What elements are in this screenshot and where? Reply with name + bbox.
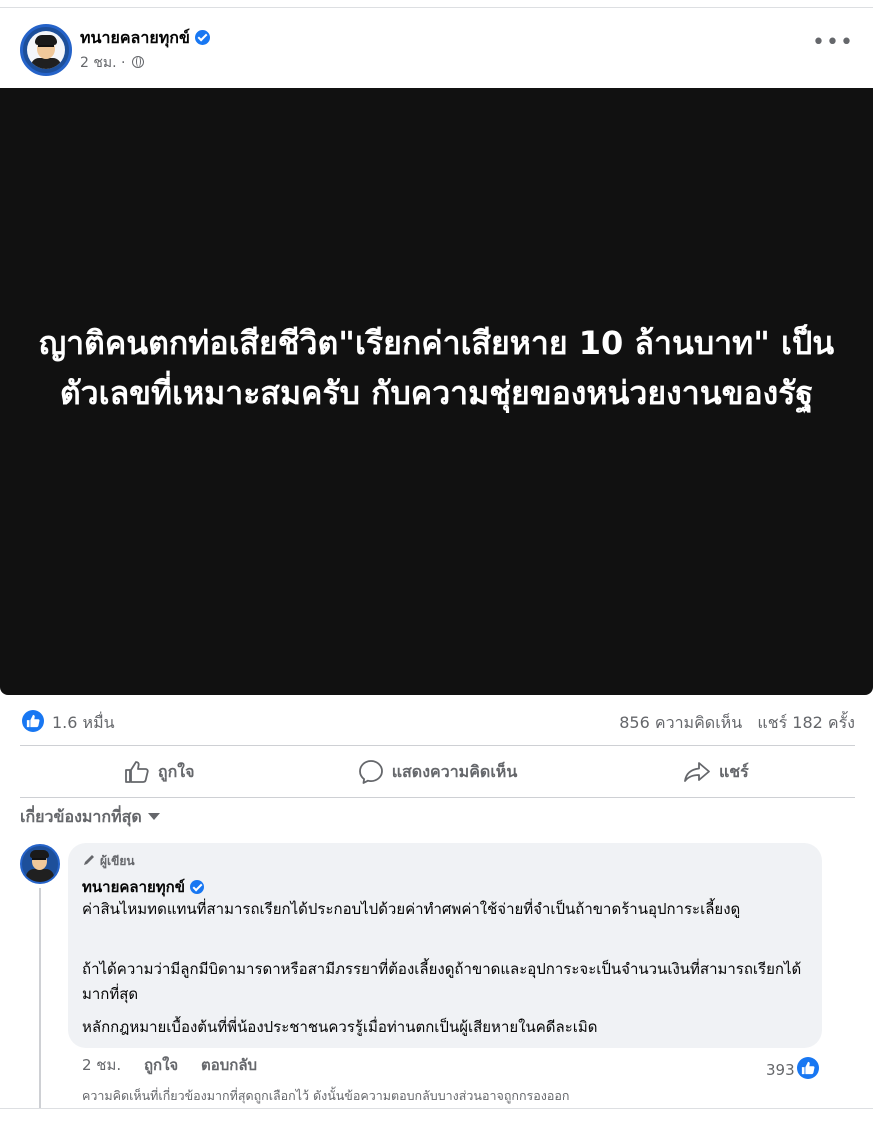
thumbs-up-icon (124, 761, 149, 783)
comment-paragraph: ถ้าได้ความว่ามีลูกมีบิดามารดาหรือสามีภรร… (82, 960, 802, 1003)
comment-paragraph: ค่าสินไหมทดแทนที่สามารถเรียกได้ประกอบไปด… (82, 900, 741, 918)
commenter-avatar[interactable] (20, 844, 60, 884)
author-name[interactable]: ทนายคลายทุกข์ (80, 26, 210, 51)
avatar-photo (27, 31, 65, 69)
bottom-border (0, 1108, 873, 1109)
author-name-text: ทนายคลายทุกข์ (80, 28, 190, 47)
comment-label: แสดงความคิดเห็น (391, 761, 518, 781)
like-button[interactable]: ถูกใจ (20, 748, 298, 796)
author-badge: ผู้เขียน (82, 852, 135, 871)
share-count[interactable]: แชร์ 182 ครั้ง (757, 713, 855, 732)
author-avatar[interactable] (20, 24, 72, 76)
reaction-summary: 1.6 หมื่น 856 ความคิดเห็น แชร์ 182 ครั้ง (20, 706, 855, 738)
verified-badge-icon (194, 30, 210, 45)
globe-icon (131, 56, 144, 68)
comment-like-button[interactable]: ถูกใจ (144, 1056, 178, 1074)
comment-actions: 2 ชม. ถูกใจ ตอบกลับ (82, 1053, 275, 1077)
commenter-name[interactable]: ทนายคลายทุกข์ (82, 875, 205, 899)
chevron-down-icon (147, 813, 160, 820)
like-label: ถูกใจ (157, 761, 195, 781)
share-button[interactable]: แชร์ (577, 748, 855, 796)
reaction-count[interactable]: 1.6 หมื่น (52, 711, 115, 736)
comment-reaction-number: 393 (766, 1061, 795, 1079)
share-label: แชร์ (718, 761, 749, 781)
thread-line (39, 888, 41, 1108)
post-image[interactable]: ญาติคนตกท่อเสียชีวิต"เรียกค่าเสียหาย 10 … (0, 88, 873, 695)
post-header: ทนายคลายทุกข์ 2 ชม. · ••• (0, 8, 873, 88)
filter-note: ความคิดเห็นที่เกี่ยวข้องมากที่สุดถูกเลือ… (82, 1088, 570, 1103)
post-meta: 2 ชม. · (80, 52, 144, 74)
comment-count[interactable]: 856 ความคิดเห็น (619, 713, 742, 732)
commenter-name-text: ทนายคลายทุกข์ (82, 878, 186, 896)
verified-badge-icon (190, 880, 205, 894)
comment-button[interactable]: แสดงความคิดเห็น (298, 748, 576, 796)
comment-bubble-icon (358, 760, 383, 784)
like-reaction-icon (22, 710, 44, 732)
more-options-button[interactable]: ••• (812, 32, 853, 60)
action-bar: ถูกใจ แสดงความคิดเห็น แชร์ (20, 748, 855, 796)
post-image-text: ญาติคนตกท่อเสียชีวิต"เรียกค่าเสียหาย 10 … (38, 324, 835, 412)
comment-reaction-count[interactable]: 393 (766, 1053, 819, 1079)
comment-sort-dropdown[interactable]: เกี่ยวข้องมากที่สุด (20, 805, 160, 830)
comment-paragraph: หลักกฎหมายเบื้องต้นที่พี่น้องประชาชนควรร… (82, 1018, 598, 1036)
like-reaction-icon (796, 1057, 819, 1079)
post-time[interactable]: 2 ชม. · (80, 55, 125, 71)
comment-reply-button[interactable]: ตอบกลับ (201, 1056, 257, 1074)
divider (20, 797, 855, 798)
author-badge-label: ผู้เขียน (100, 854, 135, 868)
comment-time[interactable]: 2 ชม. (82, 1056, 121, 1074)
sort-label: เกี่ยวข้องมากที่สุด (20, 807, 142, 826)
comment-share-counts: 856 ความคิดเห็น แชร์ 182 ครั้ง (619, 711, 855, 736)
pencil-icon (84, 855, 94, 865)
divider (20, 745, 855, 746)
share-arrow-icon (684, 762, 710, 782)
comment-bubble: ผู้เขียน ทนายคลายทุกข์ ค่าสินไหมทดแทนที่… (68, 843, 822, 1048)
